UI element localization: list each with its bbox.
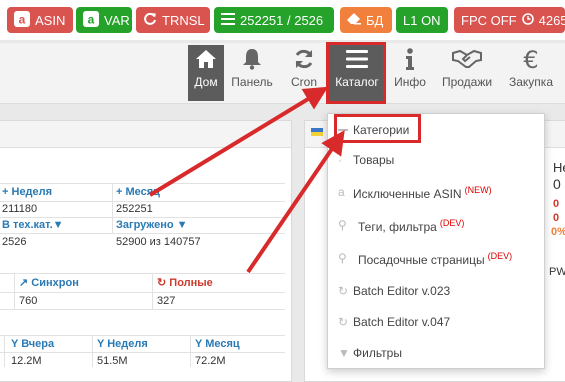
info-icon xyxy=(405,47,415,73)
amazon-icon: a xyxy=(338,185,345,199)
refresh-icon: ↻ xyxy=(157,277,167,289)
yesterday-value: 12.2M xyxy=(11,355,42,367)
amazon-icon: a xyxy=(14,10,30,30)
trnsl-button[interactable]: TRNSL xyxy=(136,7,210,33)
catalog-highlight-box xyxy=(326,42,386,104)
var-label: VAR xyxy=(104,12,130,28)
sync-value: 760 xyxy=(19,295,38,307)
eraser-icon xyxy=(347,12,361,28)
counter-label: 252251 / 2526 xyxy=(240,12,324,28)
nav-info[interactable]: Инфо xyxy=(389,45,431,101)
tags-icon: ⚲ xyxy=(338,251,347,265)
full-value: 327 xyxy=(157,295,176,307)
svg-text:a: a xyxy=(19,12,26,26)
nav-sales-label: Продажи xyxy=(441,75,493,89)
techcat-header: В тех.кат.▼ xyxy=(2,219,64,231)
menu-item-excluded-asin[interactable]: a Исключенные ASIN (NEW) xyxy=(328,185,544,203)
week-value: 211180 xyxy=(2,203,38,215)
plus-icon: + xyxy=(116,186,123,198)
asin-label: ASIN xyxy=(35,12,66,28)
nav-purchase[interactable]: € Закупка xyxy=(502,45,560,101)
filter-outline-icon: Y xyxy=(97,338,105,350)
home-icon xyxy=(195,49,217,72)
right-c2: 0 xyxy=(553,198,560,210)
week-header: + Неделя xyxy=(2,186,53,198)
fpc-label: FPC OFF xyxy=(461,12,517,28)
loaded-value: 52900 из 140757 xyxy=(116,236,201,248)
tags-icon: ⚲ xyxy=(338,218,347,232)
nav-purchase-label: Закупка xyxy=(509,75,553,89)
right-c3: 0 xyxy=(553,212,560,224)
menu-item-landing-pages[interactable]: ⚲ Посадочные страницы (DEV) xyxy=(328,251,544,269)
plus-icon: + xyxy=(2,186,9,198)
week2-value: 51.5M xyxy=(97,355,128,367)
l1-button[interactable]: L1 ON xyxy=(396,7,448,33)
catalog-dropdown: Категории · Товары a Исключенные ASIN (NE… xyxy=(327,113,545,369)
nav-home-label: Дом xyxy=(194,75,218,89)
nav-cron[interactable]: Cron xyxy=(282,45,326,101)
techcat-value: 2526 xyxy=(2,236,27,248)
refresh-icon: ↻ xyxy=(338,315,349,329)
list-icon xyxy=(221,12,235,28)
bd-label: БД xyxy=(366,12,384,28)
yesterday-header: Y Вчера xyxy=(11,338,55,350)
clock-icon xyxy=(521,12,534,28)
dot-icon: · xyxy=(338,153,342,167)
month2-header: Y Месяц xyxy=(195,338,240,350)
counter-button[interactable]: 252251 / 2526 xyxy=(214,7,334,33)
filter-outline-icon: Y xyxy=(11,338,19,350)
filter-icon: ▼ xyxy=(176,219,188,231)
svg-text:a: a xyxy=(88,12,95,26)
panel-header xyxy=(0,121,291,148)
menu-item-tags[interactable]: ⚲ Теги, фильтра (DEV) xyxy=(328,218,544,236)
nav-sales[interactable]: Продажи xyxy=(436,45,498,101)
right-c1: 0 xyxy=(553,176,561,192)
amazon-icon: a xyxy=(83,10,99,30)
filter-icon: ▼ xyxy=(338,346,350,360)
nav-panel[interactable]: Панель xyxy=(226,45,278,101)
top-toolbar: a ASIN a VAR TRNSL 252251 / 2526 БД L1 O… xyxy=(0,0,565,40)
filter-icon: ▼ xyxy=(52,219,64,231)
sync-header: ↗ Синхрон xyxy=(19,277,79,289)
month-value: 252251 xyxy=(116,203,153,215)
asin-button[interactable]: a ASIN xyxy=(7,7,73,33)
month2-value: 72.2M xyxy=(195,355,226,367)
refresh-icon: ↻ xyxy=(338,284,349,298)
fpc-button[interactable]: FPC OFF 4265 xyxy=(454,7,565,33)
nav-info-label: Инфо xyxy=(394,75,426,89)
menu-item-products[interactable]: · Товары xyxy=(328,153,544,171)
full-header: ↻ Полные xyxy=(157,277,213,289)
menu-item-filters[interactable]: ▼ Фильтры xyxy=(328,346,544,364)
right-col-label: Не xyxy=(553,160,565,175)
loaded-header: Загружено ▼ xyxy=(116,219,188,231)
categories-highlight-box xyxy=(334,114,421,143)
sync-icon xyxy=(293,48,315,73)
bd-button[interactable]: БД xyxy=(340,7,392,33)
nav-panel-label: Панель xyxy=(231,75,273,89)
var-button[interactable]: a VAR xyxy=(76,7,132,33)
trnsl-label: TRNSL xyxy=(162,12,205,28)
l1-label: L1 ON xyxy=(403,12,441,28)
month-header: + Месяц xyxy=(116,186,160,198)
euro-icon: € xyxy=(523,46,539,74)
fpc-count: 4265 xyxy=(538,12,565,28)
refresh-icon xyxy=(143,12,157,29)
week2-header: Y Неделя xyxy=(97,338,148,350)
bell-icon xyxy=(242,48,262,73)
left-edge-marks xyxy=(317,148,327,348)
nav-home[interactable]: Дом xyxy=(188,45,224,101)
handshake-icon xyxy=(452,49,482,72)
flag-icon xyxy=(311,128,323,136)
menu-item-batch-editor-047[interactable]: ↻ Batch Editor v.047 xyxy=(328,315,544,333)
nav-cron-label: Cron xyxy=(290,75,317,89)
menu-item-batch-editor-023[interactable]: ↻ Batch Editor v.023 xyxy=(328,284,544,302)
right-pw: PW xyxy=(549,266,565,278)
share-icon: ↗ xyxy=(19,277,29,289)
right-c4: 0% xyxy=(551,226,565,238)
filter-outline-icon: Y xyxy=(195,338,203,350)
